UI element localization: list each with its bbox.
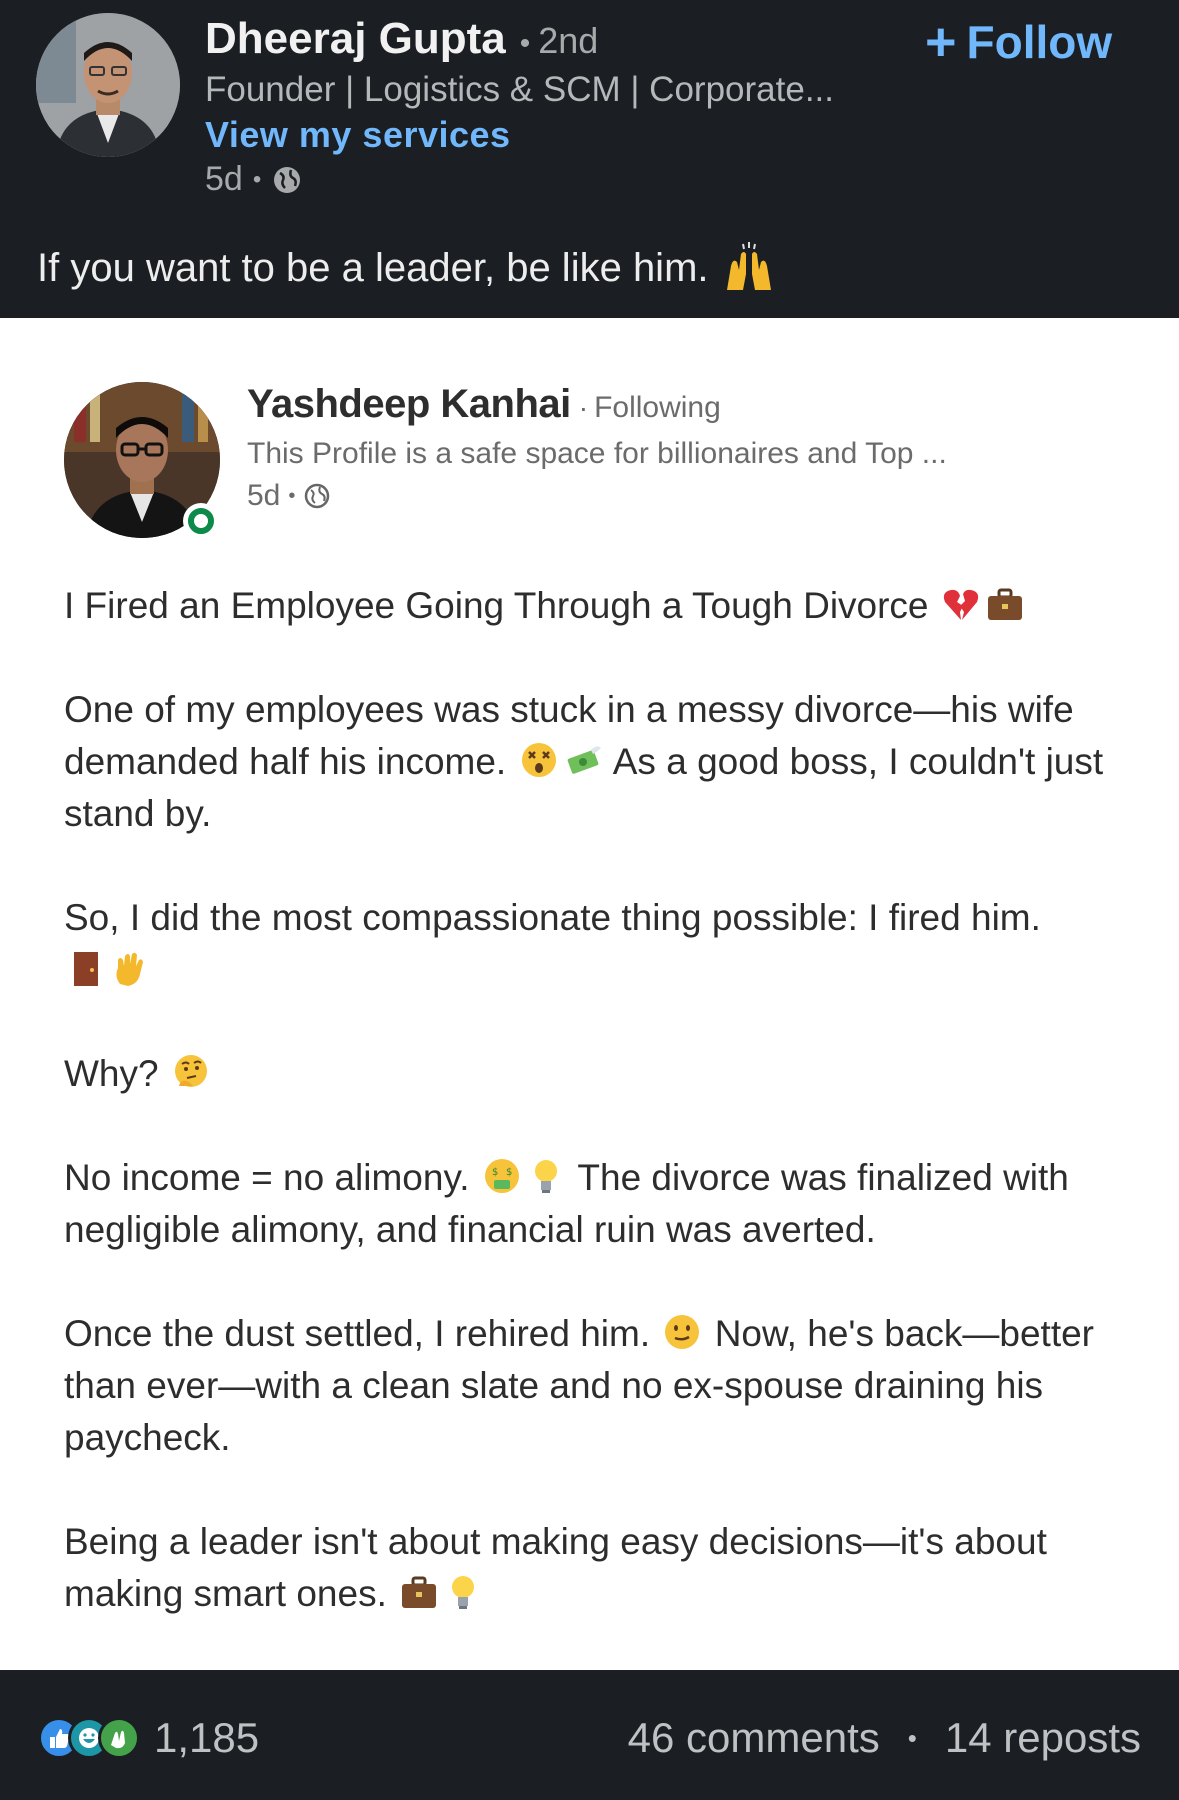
connection-dot: • xyxy=(519,27,531,60)
embedded-name-dot: · xyxy=(578,392,589,423)
footer-separator: • xyxy=(907,1722,917,1753)
body-paragraph-6: Once the dust settled, I rehired him. No… xyxy=(64,1308,1144,1464)
engagement-links: 46 comments • 14 reposts xyxy=(628,1714,1141,1762)
embedded-following-label: Following xyxy=(594,391,721,424)
celebrate-reaction-icon xyxy=(98,1717,140,1759)
money-with-wings-icon xyxy=(567,746,601,774)
avatar-photo xyxy=(36,13,180,157)
svg-text:$: $ xyxy=(506,1167,512,1178)
embedded-post-screenshot: Yashdeep Kanhai · Following This Profile… xyxy=(0,318,1179,1670)
embedded-author-name: Yashdeep Kanhai xyxy=(247,382,571,426)
embedded-author-block: Yashdeep Kanhai · Following This Profile… xyxy=(247,382,947,513)
engagement-footer: 1,185 46 comments • 14 reposts xyxy=(0,1670,1179,1800)
body-paragraph-5: No income = no alimony. $ $ The divorce … xyxy=(64,1152,1144,1256)
globe-icon xyxy=(274,166,301,193)
briefcase-icon xyxy=(987,588,1022,620)
post-meta: 5d • xyxy=(205,160,834,199)
body-text-5a: No income = no alimony. xyxy=(64,1157,470,1198)
embedded-author-line: Yashdeep Kanhai · Following xyxy=(247,382,947,427)
broken-heart-icon xyxy=(943,589,978,620)
briefcase-icon xyxy=(402,1576,437,1608)
author-line: Dheeraj Gupta • 2nd xyxy=(205,14,834,64)
slightly-smiling-face-icon xyxy=(665,1315,700,1349)
post-age: 5d xyxy=(205,160,243,198)
caption-text: If you want to be a leader, be like him. xyxy=(37,245,709,290)
body-text-3: So, I did the most compassionate thing p… xyxy=(64,897,1041,938)
money-mouth-face-icon: $ $ xyxy=(484,1159,519,1193)
light-bulb-icon xyxy=(452,1576,475,1609)
embedded-author-headline: This Profile is a safe space for billion… xyxy=(247,437,947,470)
body-text-4: Why? xyxy=(64,1053,159,1094)
svg-text:$: $ xyxy=(492,1167,498,1178)
body-text-6a: Once the dust settled, I rehired him. xyxy=(64,1313,651,1354)
post-caption: If you want to be a leader, be like him. xyxy=(37,240,777,296)
follow-button[interactable]: + Follow xyxy=(925,12,1112,72)
post-header: Dheeraj Gupta • 2nd Founder | Logistics … xyxy=(0,0,1179,318)
reposts-link[interactable]: 14 reposts xyxy=(945,1714,1141,1762)
embedded-post-body: I Fired an Employee Going Through a Toug… xyxy=(64,580,1144,1672)
thinking-face-icon xyxy=(174,1055,207,1087)
reactions-count: 1,185 xyxy=(154,1714,260,1761)
door-icon xyxy=(74,952,98,986)
body-paragraph-3: So, I did the most compassionate thing p… xyxy=(64,892,1144,996)
embedded-globe-icon xyxy=(305,483,330,509)
author-name[interactable]: Dheeraj Gupta xyxy=(205,14,506,64)
body-paragraph-4: Why? xyxy=(64,1048,1144,1100)
body-paragraph-1: I Fired an Employee Going Through a Toug… xyxy=(64,580,1144,632)
plus-icon: + xyxy=(925,12,957,72)
online-status-badge xyxy=(183,503,219,539)
author-headline: Founder | Logistics & SCM | Corporate... xyxy=(205,70,834,109)
raising-hands-icon xyxy=(726,242,771,290)
body-paragraph-7: Being a leader isn't about making easy d… xyxy=(64,1516,1144,1620)
light-bulb-icon xyxy=(534,1160,557,1193)
comments-link[interactable]: 46 comments xyxy=(628,1714,880,1762)
body-text-7: Being a leader isn't about making easy d… xyxy=(64,1521,1047,1614)
connection-degree: 2nd xyxy=(538,20,599,61)
reactions-summary[interactable]: 1,185 xyxy=(38,1714,259,1762)
author-avatar[interactable] xyxy=(36,13,180,157)
embedded-post-meta: 5d • xyxy=(247,479,947,513)
meta-separator: • xyxy=(252,165,262,193)
waving-hand-icon xyxy=(116,952,143,986)
embedded-meta-separator: • xyxy=(288,484,296,507)
embedded-post-age: 5d xyxy=(247,479,281,512)
body-paragraph-2: One of my employees was stuck in a messy… xyxy=(64,684,1144,840)
author-block: Dheeraj Gupta • 2nd Founder | Logistics … xyxy=(205,14,834,199)
view-services-link[interactable]: View my services xyxy=(205,114,511,156)
body-text-1: I Fired an Employee Going Through a Toug… xyxy=(64,585,929,626)
dizzy-face-icon xyxy=(521,743,556,777)
follow-label: Follow xyxy=(966,16,1113,68)
